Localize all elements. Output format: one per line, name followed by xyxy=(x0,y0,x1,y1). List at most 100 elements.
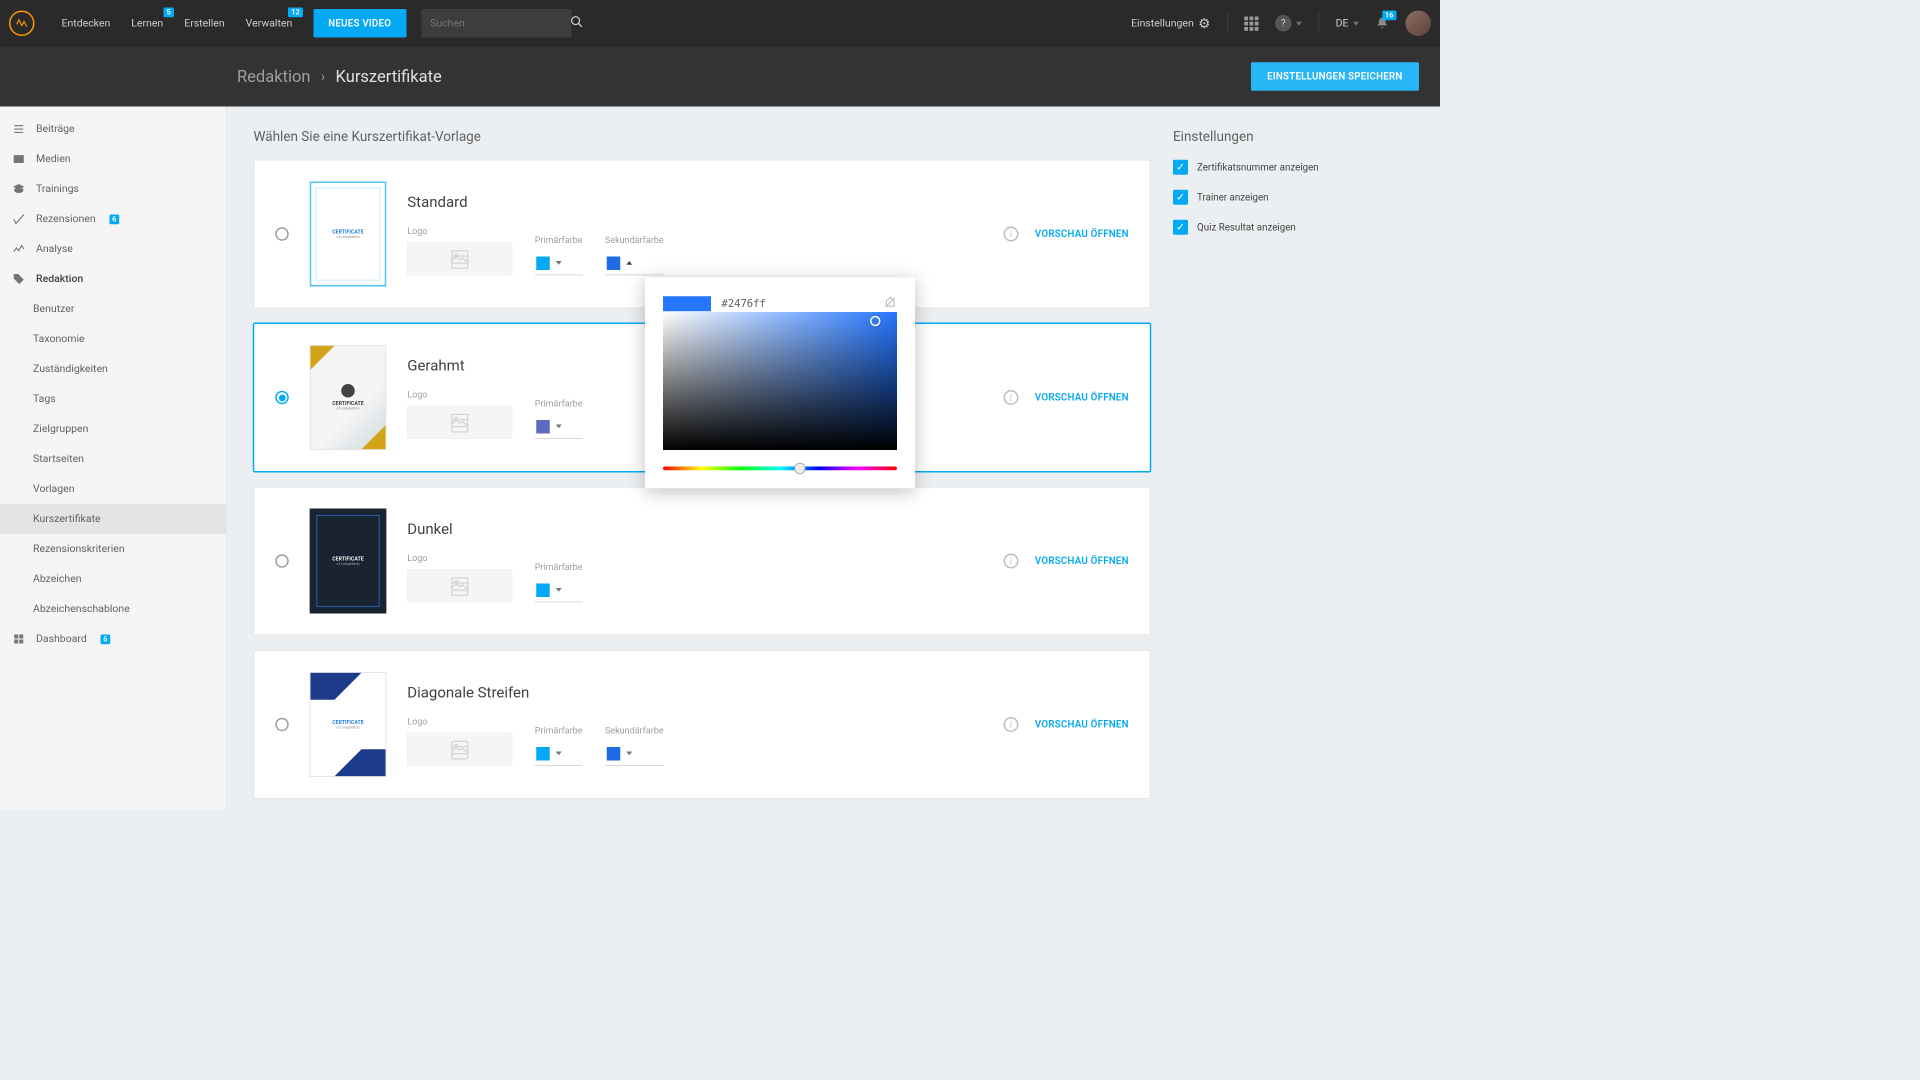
template-radio[interactable] xyxy=(275,718,289,732)
settings-link[interactable]: Einstellungen xyxy=(1131,15,1210,31)
chevron-up-icon xyxy=(626,261,632,265)
sidebar-item[interactable]: Analyse xyxy=(0,234,226,264)
secondary-color-select[interactable] xyxy=(605,251,664,275)
setting-checkbox-row[interactable]: ✓Zertifikatsnummer anzeigen xyxy=(1173,160,1413,175)
open-preview-link[interactable]: VORSCHAU ÖFFNEN xyxy=(1035,392,1129,403)
setting-checkbox-row[interactable]: ✓Trainer anzeigen xyxy=(1173,190,1413,205)
tag-icon xyxy=(12,272,26,286)
nav-item[interactable]: Erstellen xyxy=(174,0,235,47)
template-thumbnail: CERTIFICATEof completion xyxy=(310,672,387,777)
sidebar-item[interactable]: Zuständigkeiten xyxy=(0,354,226,384)
primary-color-select[interactable] xyxy=(535,415,583,439)
template-radio[interactable] xyxy=(275,554,289,568)
picker-hue-handle[interactable] xyxy=(794,463,805,474)
search-icon[interactable] xyxy=(570,15,584,32)
logo-upload[interactable] xyxy=(407,406,512,439)
check-icon xyxy=(12,212,26,226)
sidebar-item[interactable]: Abzeichen xyxy=(0,564,226,594)
search-input[interactable] xyxy=(430,17,564,29)
help-menu[interactable]: ? xyxy=(1275,15,1302,32)
dash-icon xyxy=(12,632,26,646)
sidebar-item-label: Abzeichen xyxy=(33,573,82,585)
nav-item[interactable]: Entdecken xyxy=(51,0,121,47)
logo-upload[interactable] xyxy=(407,569,512,602)
color-swatch xyxy=(606,256,620,270)
logo-label: Logo xyxy=(407,553,512,564)
sidebar-item[interactable]: Kurszertifikate xyxy=(0,504,226,534)
open-preview-link[interactable]: VORSCHAU ÖFFNEN xyxy=(1035,719,1129,730)
template-name: Standard xyxy=(407,193,982,211)
secondary-color-select[interactable] xyxy=(605,742,664,766)
picker-sv-handle[interactable] xyxy=(870,316,881,327)
sidebar-item-label: Trainings xyxy=(36,183,79,195)
sidebar-badge: 6 xyxy=(100,634,110,644)
sidebar-item[interactable]: Medien xyxy=(0,144,226,174)
nav-item[interactable]: Verwalten12 xyxy=(235,0,303,47)
sidebar-item-label: Abzeichenschablone xyxy=(33,603,130,615)
open-preview-link[interactable]: VORSCHAU ÖFFNEN xyxy=(1035,228,1129,239)
nav-item[interactable]: Lernen5 xyxy=(121,0,174,47)
apps-menu[interactable] xyxy=(1244,16,1258,30)
chevron-down-icon xyxy=(1296,21,1302,25)
divider xyxy=(1227,13,1228,34)
new-video-button[interactable]: NEUES VIDEO xyxy=(313,9,406,38)
info-icon[interactable]: i xyxy=(1003,227,1018,242)
sidebar-item-label: Tags xyxy=(33,393,56,405)
settings-label: Einstellungen xyxy=(1131,17,1194,29)
chevron-down-icon xyxy=(556,261,562,265)
sidebar-item[interactable]: Rezensionskriterien xyxy=(0,534,226,564)
sidebar-item-label: Zielgruppen xyxy=(33,423,88,435)
search-box[interactable] xyxy=(421,9,571,38)
picker-clear-icon[interactable] xyxy=(884,296,898,313)
sidebar-item[interactable]: Vorlagen xyxy=(0,474,226,504)
sidebar-item-label: Beiträge xyxy=(36,123,75,135)
chevron-down-icon xyxy=(626,752,632,756)
language-menu[interactable]: DE xyxy=(1336,17,1359,29)
notification-badge: 16 xyxy=(1382,11,1397,21)
logo-upload[interactable] xyxy=(407,242,512,275)
language-label: DE xyxy=(1336,17,1349,29)
info-icon[interactable]: i xyxy=(1003,717,1018,732)
open-preview-link[interactable]: VORSCHAU ÖFFNEN xyxy=(1035,555,1129,566)
sidebar-item[interactable]: Tags xyxy=(0,384,226,414)
list-icon xyxy=(12,122,26,136)
info-icon[interactable]: i xyxy=(1003,554,1018,569)
setting-checkbox-row[interactable]: ✓Quiz Resultat anzeigen xyxy=(1173,220,1413,235)
settings-panel: Einstellungen ✓Zertifikatsnummer anzeige… xyxy=(1173,129,1413,788)
breadcrumb-root[interactable]: Redaktion xyxy=(237,67,311,86)
picker-hue-slider[interactable] xyxy=(663,467,897,471)
template-name: Dunkel xyxy=(407,520,982,538)
sidebar-item[interactable]: Startseiten xyxy=(0,444,226,474)
sidebar-item[interactable]: Abzeichenschablone xyxy=(0,594,226,624)
brand-logo[interactable] xyxy=(9,11,35,37)
template-radio[interactable] xyxy=(275,227,289,241)
color-swatch xyxy=(536,747,550,761)
color-swatch xyxy=(536,583,550,597)
sidebar: Beiträge Medien Trainings Rezensionen6Analy… xyxy=(0,107,227,811)
avatar[interactable] xyxy=(1406,11,1432,37)
sidebar-item[interactable]: Dashboard6 xyxy=(0,624,226,654)
notifications-button[interactable]: 16 xyxy=(1376,17,1390,31)
sidebar-item[interactable]: Beiträge xyxy=(0,114,226,144)
sidebar-item[interactable]: Zielgruppen xyxy=(0,414,226,444)
template-radio[interactable] xyxy=(275,391,289,405)
logo-upload[interactable] xyxy=(407,733,512,766)
sidebar-item[interactable]: Taxonomie xyxy=(0,324,226,354)
primary-color-select[interactable] xyxy=(535,578,583,602)
picker-hex-value[interactable]: #2476ff xyxy=(722,298,874,310)
primary-color-select[interactable] xyxy=(535,742,583,766)
top-nav: EntdeckenLernen5ErstellenVerwalten12 NEU… xyxy=(0,0,1440,47)
settings-title: Einstellungen xyxy=(1173,129,1413,145)
sidebar-badge: 6 xyxy=(109,214,119,224)
cap-icon xyxy=(12,182,26,196)
primary-color-label: Primärfarbe xyxy=(535,562,583,573)
info-icon[interactable]: i xyxy=(1003,390,1018,405)
sidebar-item[interactable]: Redaktion xyxy=(0,264,226,294)
sidebar-item[interactable]: Rezensionen6 xyxy=(0,204,226,234)
save-settings-button[interactable]: EINSTELLUNGEN SPEICHERN xyxy=(1251,62,1419,91)
sidebar-item[interactable]: Benutzer xyxy=(0,294,226,324)
picker-current-swatch xyxy=(663,296,711,311)
primary-color-select[interactable] xyxy=(535,251,583,275)
sidebar-item[interactable]: Trainings xyxy=(0,174,226,204)
picker-saturation-canvas[interactable] xyxy=(663,312,897,450)
